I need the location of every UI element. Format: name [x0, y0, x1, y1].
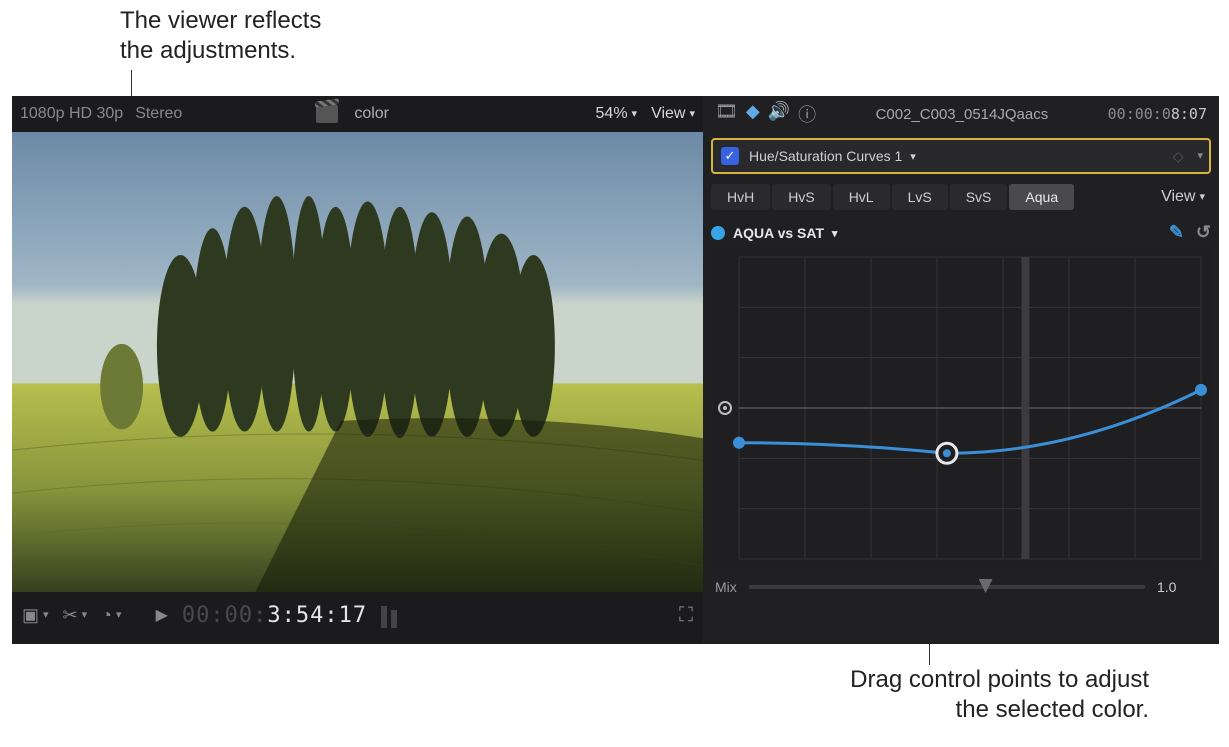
viewer-audio: Stereo: [135, 105, 182, 123]
retime-menu-icon[interactable]: ◔▾: [101, 605, 121, 626]
curve-header: AQUA vs SAT ▾ ✎ ↺: [711, 222, 1211, 243]
app-window: 1080p HD 30p Stereo color 54% ▾ View ▾: [12, 96, 1219, 644]
callout-viewer: The viewer reflects the adjustments.: [120, 6, 321, 66]
timecode-dim: 00:00:: [182, 603, 267, 628]
tc-dim: 00:00:0: [1108, 105, 1171, 123]
callout-curve: Drag control points to adjust the select…: [850, 665, 1149, 725]
timecode-bright: 3:54:17: [267, 603, 367, 628]
chevron-down-icon: ▾: [1199, 190, 1205, 203]
video-inspector-icon[interactable]: 🎞: [715, 101, 738, 127]
curve-tabs: HvHHvSHvLLvSSvSAqua View ▾: [711, 182, 1211, 212]
tab-hvl[interactable]: HvL: [833, 184, 890, 210]
callout-curve-text: Drag control points to adjust the select…: [850, 666, 1149, 723]
viewer-bottombar: ▣▾ ✂▾ ◔▾ ▶ 00:00:3:54:17 ⛶: [12, 592, 703, 644]
layout-menu-icon[interactable]: ▣▾: [22, 605, 49, 626]
tab-hvh[interactable]: HvH: [711, 184, 770, 210]
info-inspector-icon[interactable]: ⓘ: [798, 101, 816, 127]
viewer-pane: 1080p HD 30p Stereo color 54% ▾ View ▾: [12, 96, 703, 644]
chevron-down-icon: ▾: [832, 228, 838, 240]
curve-title-menu[interactable]: AQUA vs SAT ▾: [733, 225, 837, 241]
keyframe-diamond-icon[interactable]: ◇: [1173, 148, 1184, 165]
curve-editor[interactable]: [711, 249, 1211, 569]
inspector-topbar: 🎞 ◆ 🔊 ⓘ C002_C003_0514JQaacs 00:00:08:07: [703, 96, 1219, 132]
tc-bright: 8:07: [1171, 105, 1207, 123]
audio-meters: [381, 602, 411, 628]
curve-title-text: AQUA vs SAT: [733, 225, 824, 241]
chevron-down-icon: ▾: [689, 108, 695, 120]
effect-enable-checkbox[interactable]: ✓: [721, 147, 739, 165]
mix-slider-thumb[interactable]: [979, 579, 993, 593]
tab-lvs[interactable]: LvS: [892, 184, 948, 210]
tab-aqua[interactable]: Aqua: [1009, 184, 1074, 210]
transform-tool-icon[interactable]: ✂▾: [63, 605, 88, 626]
zoom-menu[interactable]: 54% ▾: [596, 105, 638, 123]
audio-inspector-icon[interactable]: 🔊: [768, 101, 790, 127]
viewer-clip-name: color: [354, 105, 389, 123]
curves-view-menu[interactable]: View ▾: [1155, 188, 1211, 206]
viewer-canvas[interactable]: [12, 132, 703, 592]
inspector-pane: 🎞 ◆ 🔊 ⓘ C002_C003_0514JQaacs 00:00:08:07…: [703, 96, 1219, 644]
effect-title[interactable]: Hue/Saturation Curves 1 ▾: [749, 148, 1163, 164]
eyedropper-icon[interactable]: ✎: [1169, 222, 1184, 243]
tab-svs[interactable]: SvS: [950, 184, 1008, 210]
viewer-topbar: 1080p HD 30p Stereo color 54% ▾ View ▾: [12, 96, 703, 132]
zoom-value: 54%: [596, 105, 628, 122]
mix-label: Mix: [715, 579, 737, 595]
timecode-display[interactable]: 00:00:3:54:17: [182, 603, 367, 628]
mix-slider[interactable]: [749, 585, 1145, 589]
tab-hvs[interactable]: HvS: [772, 184, 830, 210]
view-menu[interactable]: View ▾: [651, 105, 695, 123]
chevron-down-icon: ▾: [632, 108, 638, 120]
effect-header[interactable]: ✓ Hue/Saturation Curves 1 ▾ ◇ ▾: [711, 138, 1211, 174]
mix-row: Mix 1.0: [715, 579, 1207, 595]
viewer-format: 1080p HD 30p: [20, 105, 123, 123]
view-label: View: [651, 105, 685, 122]
curves-view-label: View: [1161, 188, 1195, 206]
preset-menu-icon[interactable]: ▾: [1197, 149, 1203, 162]
curve-svg: [711, 249, 1211, 569]
callout-viewer-text: The viewer reflects the adjustments.: [120, 7, 321, 64]
fullscreen-icon[interactable]: ⛶: [679, 604, 693, 627]
reset-icon[interactable]: ↺: [1196, 222, 1211, 243]
preview-image: [12, 132, 703, 592]
play-button[interactable]: ▶: [156, 605, 168, 625]
curve-color-dot: [711, 226, 725, 240]
mix-value: 1.0: [1157, 579, 1207, 595]
inspector-clip-name: C002_C003_0514JQaacs: [826, 106, 1098, 123]
effect-name: Hue/Saturation Curves 1: [749, 148, 902, 164]
slate-icon: [316, 105, 338, 123]
chevron-down-icon: ▾: [910, 151, 916, 163]
color-inspector-icon[interactable]: ◆: [746, 101, 760, 127]
